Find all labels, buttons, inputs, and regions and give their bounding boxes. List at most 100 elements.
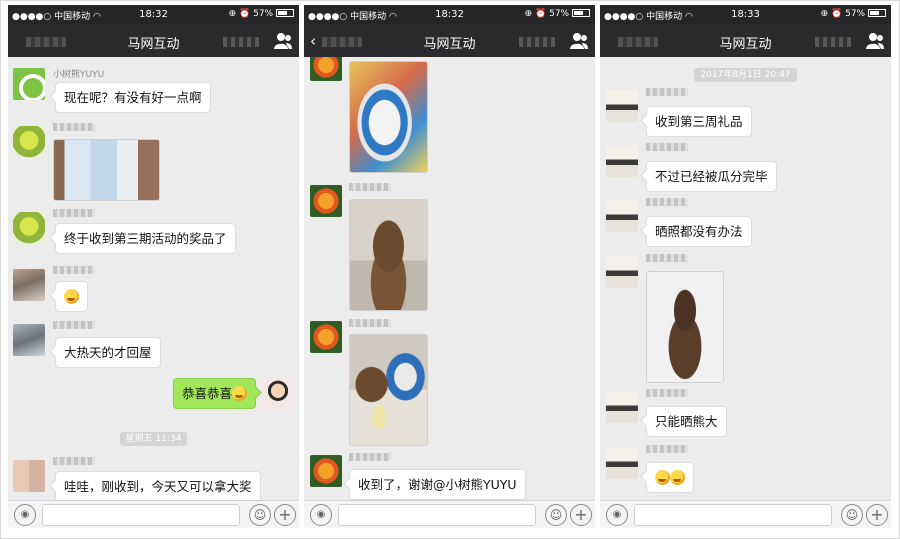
chat-panel-3: ●●●●○ 中国移动 ◠ 18:33 ⊕ ⏰ 57% 马网互动 2017年8月1… [600,5,891,528]
status-bar: ●●●●○ 中国移动 ◠ 18:32 ⊕ ⏰ 57% [304,5,595,25]
message-list[interactable]: 小树熊YUYU 现在呢？有没有好一点啊 终于收到第三期活动的奖品了 大热天的才回… [8,57,299,500]
orientation-lock-icon: ⊕ [820,9,829,19]
message-bubble[interactable]: 晒照都没有办法 [646,216,752,247]
message-bubble[interactable]: 收到了，谢谢@小树熊YUYU [349,469,526,500]
timestamp: 星期五 11:34 [8,431,299,446]
battery-icon [572,9,590,17]
emoji-icon[interactable]: ☺ [841,504,863,526]
emoji-icon[interactable]: ☺ [545,504,567,526]
sent-message-bubble[interactable]: 恭喜恭喜 [173,378,257,409]
avatar[interactable] [310,321,342,353]
blurred-title-part [519,37,555,47]
emoji-icon [232,386,248,401]
sender-name [646,198,688,208]
message-bubble[interactable]: 现在呢？有没有好一点啊 [55,82,211,113]
message-bubble[interactable]: 大热天的才回屋 [55,337,161,368]
orientation-lock-icon: ⊕ [228,9,237,19]
sender-name [646,143,688,153]
avatar[interactable] [13,269,45,301]
avatar[interactable] [606,90,638,122]
input-bar: ◉ ☺ + [8,500,299,528]
sender-name: 小树熊YUYU [53,70,105,80]
avatar[interactable] [606,391,638,423]
message-bubble[interactable]: 只能晒熊大 [646,406,727,437]
emoji-icon[interactable]: ☺ [249,504,271,526]
status-bar: ●●●●○ 中国移动 ◠ 18:32 ⊕ ⏰ 57% [8,5,299,25]
image-message[interactable] [349,61,428,173]
avatar[interactable] [606,200,638,232]
group-chat-icon[interactable] [273,31,293,51]
emoji-icon [655,470,670,485]
sender-name [646,254,688,264]
plus-icon[interactable]: + [570,504,592,526]
avatar[interactable] [310,455,342,487]
avatar[interactable] [310,57,342,81]
voice-input-icon[interactable]: ◉ [14,504,36,526]
message-list[interactable]: 2017年8月1日 20:47 收到第三周礼品 不过已经被瓜分完毕 晒照都没有办… [600,57,891,500]
avatar[interactable] [13,68,45,100]
image-message[interactable] [53,139,160,201]
emoji-message[interactable] [55,281,88,312]
input-bar: ◉ ☺ + [600,500,891,528]
message-bubble[interactable]: 哇哇，刚收到，今天又可以拿大奖 [55,471,261,500]
emoji-icon [670,470,685,485]
blurred-title-part [815,37,851,47]
sender-name [349,319,391,329]
avatar[interactable] [606,447,638,479]
group-chat-icon[interactable] [569,31,589,51]
chat-panel-1: ●●●●○ 中国移动 ◠ 18:32 ⊕ ⏰ 57% 马网互动 小树熊YUYU … [8,5,299,528]
sender-name [646,88,688,98]
sender-name [349,183,391,193]
blurred-title-part [223,37,259,47]
avatar[interactable] [606,145,638,177]
avatar[interactable] [606,256,638,288]
image-message[interactable] [646,271,724,383]
avatar[interactable] [13,324,45,356]
emoji-icon [64,289,79,304]
chat-panel-2: ●●●●○ 中国移动 ◠ 18:32 ⊕ ⏰ 57% ‹ 马网互动 收到了，谢谢… [304,5,595,528]
chat-header: 马网互动 [8,25,299,57]
input-bar: ◉ ☺ + [304,500,595,528]
message-input[interactable] [42,504,240,526]
sender-name [53,321,95,331]
group-chat-icon[interactable] [865,31,885,51]
plus-icon[interactable]: + [274,504,296,526]
message-bubble[interactable]: 不过已经被瓜分完毕 [646,161,777,192]
plus-icon[interactable]: + [866,504,888,526]
sender-name [53,123,95,133]
message-input[interactable] [338,504,536,526]
chat-header: ‹ 马网互动 [304,25,595,57]
orientation-lock-icon: ⊕ [524,9,533,19]
sender-name [53,266,95,276]
message-input[interactable] [634,504,832,526]
timestamp: 2017年8月1日 20:47 [600,67,891,82]
battery-percent: 57% [253,9,274,19]
battery-icon [868,9,886,17]
message-list[interactable]: 收到了，谢谢@小树熊YUYU [304,57,595,500]
message-bubble[interactable]: 收到第三周礼品 [646,106,752,137]
emoji-message[interactable] [646,462,694,493]
chat-header: 马网互动 [600,25,891,57]
alarm-icon: ⏰ [831,9,843,19]
alarm-icon: ⏰ [535,9,547,19]
avatar[interactable] [13,460,45,492]
battery-percent: 57% [845,9,866,19]
screenshot-frame: ●●●●○ 中国移动 ◠ 18:32 ⊕ ⏰ 57% 马网互动 小树熊YUYU … [0,0,900,539]
alarm-icon: ⏰ [239,9,251,19]
sender-name [646,445,688,455]
avatar-self[interactable] [262,378,294,410]
sender-name [646,389,688,399]
sender-name [53,457,95,467]
message-bubble[interactable]: 终于收到第三期活动的奖品了 [55,223,236,254]
voice-input-icon[interactable]: ◉ [310,504,332,526]
image-message[interactable] [349,334,428,446]
avatar[interactable] [13,126,45,158]
voice-input-icon[interactable]: ◉ [606,504,628,526]
sender-name [53,209,95,219]
avatar[interactable] [13,212,45,244]
avatar[interactable] [310,185,342,217]
battery-percent: 57% [549,9,570,19]
status-bar: ●●●●○ 中国移动 ◠ 18:33 ⊕ ⏰ 57% [600,5,891,25]
image-message[interactable] [349,199,428,311]
battery-icon [276,9,294,17]
